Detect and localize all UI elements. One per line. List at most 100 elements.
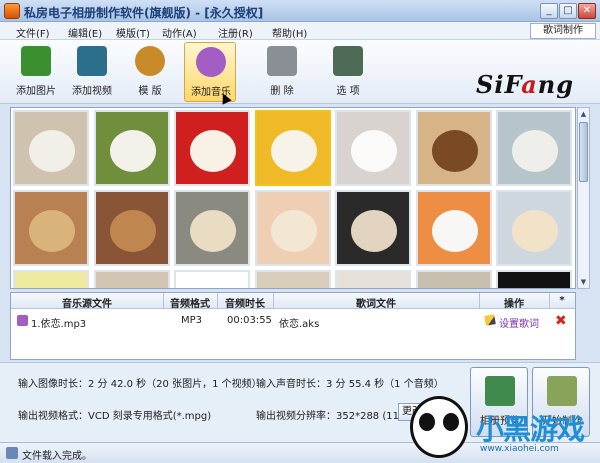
pencil-icon: [484, 314, 496, 326]
photo-thumb[interactable]: [496, 270, 572, 288]
photo-thumb[interactable]: [254, 110, 331, 186]
scroll-down-icon[interactable]: ▼: [579, 277, 588, 287]
template-palette-icon: [135, 46, 165, 76]
col-source-file: 音乐源文件: [62, 299, 112, 310]
dog-shape: [512, 130, 558, 172]
photo-thumb[interactable]: [415, 270, 492, 288]
output-format-text: 输出视频格式：VCD 刻录专用格式(*.mpg): [18, 411, 212, 422]
lyrics-make-button[interactable]: 歌词制作: [530, 23, 596, 39]
photo-thumb[interactable]: [13, 270, 89, 288]
status-text: 文件载入完成。: [22, 451, 92, 462]
options-button[interactable]: 选 项: [322, 42, 374, 102]
minimize-button[interactable]: _: [540, 3, 558, 19]
dog-shape: [431, 210, 478, 252]
dog-shape: [29, 130, 75, 172]
photo-thumb[interactable]: [496, 190, 572, 266]
col-lyrics-file: 歌词文件: [356, 299, 396, 310]
photo-thumb[interactable]: [254, 270, 331, 288]
photo-thumb[interactable]: [335, 110, 411, 186]
menu-register[interactable]: 注册(R): [218, 25, 253, 40]
delete-row-icon[interactable]: ✖: [555, 313, 567, 329]
music-table: 音乐源文件 音频格式 音频时长 歌词文件 操作 * 1.依恋.mp3 MP3 0…: [10, 292, 576, 360]
photo-thumb[interactable]: [174, 190, 250, 266]
photo-thumb[interactable]: [415, 110, 492, 186]
add-image-button[interactable]: 添加图片: [10, 42, 62, 102]
photo-thumb[interactable]: [496, 110, 572, 186]
row-format: MP3: [181, 315, 203, 326]
photo-thumb[interactable]: [335, 270, 411, 288]
add-image-icon: [21, 46, 51, 76]
image-duration-text: 输入图像时长：2 分 42.0 秒（20 张图片，1 个视频）: [18, 379, 262, 390]
photo-image: [337, 272, 409, 288]
delete-button[interactable]: 删 除: [256, 42, 308, 102]
col-duration: 音频时长: [225, 299, 265, 310]
row-lyrics: 依恋.aks: [279, 319, 320, 330]
toolbar: 添加图片 添加视频 模 版 添加音乐 删 除 选 项 SiFang: [0, 40, 600, 104]
panda-logo-icon: [410, 396, 468, 458]
dog-shape: [351, 130, 397, 172]
options-icon: [333, 46, 363, 76]
maximize-button[interactable]: □: [559, 3, 577, 19]
add-video-button[interactable]: 添加视频: [66, 42, 118, 102]
menu-help[interactable]: 帮助(H): [272, 25, 307, 40]
scrollbar-thumb[interactable]: [579, 122, 588, 182]
table-row[interactable]: 1.依恋.mp3 MP3 00:03:55 依恋.aks 设置歌词 ✖: [11, 313, 575, 330]
col-format: 音频格式: [170, 299, 210, 310]
photo-thumb[interactable]: [335, 190, 411, 266]
photo-image: [498, 272, 570, 288]
tool-label: 模 版: [138, 86, 162, 97]
col-action: 操作: [504, 299, 524, 310]
add-video-icon: [77, 46, 107, 76]
tool-label: 添加视频: [72, 86, 112, 97]
photo-thumb[interactable]: [13, 190, 89, 266]
close-button[interactable]: ✕: [578, 3, 596, 19]
watermark-text: 小黑游戏: [476, 413, 585, 446]
photo-thumb[interactable]: [93, 270, 170, 288]
menu-template[interactable]: 模版(T): [116, 25, 150, 40]
photo-thumb[interactable]: [174, 270, 250, 288]
music-file-icon: [17, 315, 28, 326]
dog-shape: [512, 210, 558, 252]
dog-shape: [431, 130, 478, 172]
photo-image: [176, 272, 248, 288]
photo-thumb[interactable]: [174, 110, 250, 186]
window-title: 私房电子相册制作软件(旗舰版) - [永久授权]: [24, 6, 264, 20]
photo-image: [15, 272, 87, 288]
photo-thumb[interactable]: [93, 190, 170, 266]
trash-icon: [267, 46, 297, 76]
status-icon: [6, 447, 18, 459]
watermark-url: www.xiaohei.com: [480, 444, 559, 454]
menu-edit[interactable]: 编辑(E): [68, 25, 102, 40]
photo-image: [95, 272, 168, 288]
dog-shape: [109, 130, 156, 172]
template-button[interactable]: 模 版: [124, 42, 176, 102]
dog-shape: [270, 130, 317, 172]
photo-gallery[interactable]: [10, 107, 576, 289]
set-lyrics-link[interactable]: 设置歌词: [499, 315, 539, 330]
row-file: 1.依恋.mp3: [31, 319, 87, 330]
photo-image: [256, 272, 329, 288]
photo-thumb[interactable]: [93, 110, 170, 186]
photo-thumb[interactable]: [254, 190, 331, 266]
title-bar: 私房电子相册制作软件(旗舰版) - [永久授权] _ □ ✕: [0, 0, 600, 22]
logo-prefix: SiF: [476, 70, 522, 99]
photo-thumb[interactable]: [415, 190, 492, 266]
dog-shape: [190, 210, 236, 252]
col-star: *: [559, 295, 565, 306]
gallery-scrollbar[interactable]: ▲ ▼: [577, 107, 590, 289]
logo-accent: a: [521, 70, 538, 99]
menu-action[interactable]: 动作(A): [162, 25, 197, 40]
dog-shape: [109, 210, 156, 252]
table-header: 音乐源文件 音频格式 音频时长 歌词文件 操作 *: [11, 293, 575, 310]
dog-shape: [190, 130, 236, 172]
audio-duration-text: 输入声音时长：3 分 55.4 秒（1 个音频）: [256, 379, 444, 390]
menu-file[interactable]: 文件(F): [16, 25, 50, 40]
output-resolution-text: 输出视频分辨率：352*288 (11:9): [256, 411, 413, 422]
scroll-up-icon[interactable]: ▲: [579, 109, 588, 119]
sifang-logo: SiFang: [476, 70, 574, 99]
photo-thumb[interactable]: [13, 110, 89, 186]
logo-suffix: ng: [537, 70, 574, 99]
tool-label: 选 项: [336, 86, 360, 97]
dog-shape: [351, 210, 397, 252]
row-duration: 00:03:55: [227, 315, 272, 326]
